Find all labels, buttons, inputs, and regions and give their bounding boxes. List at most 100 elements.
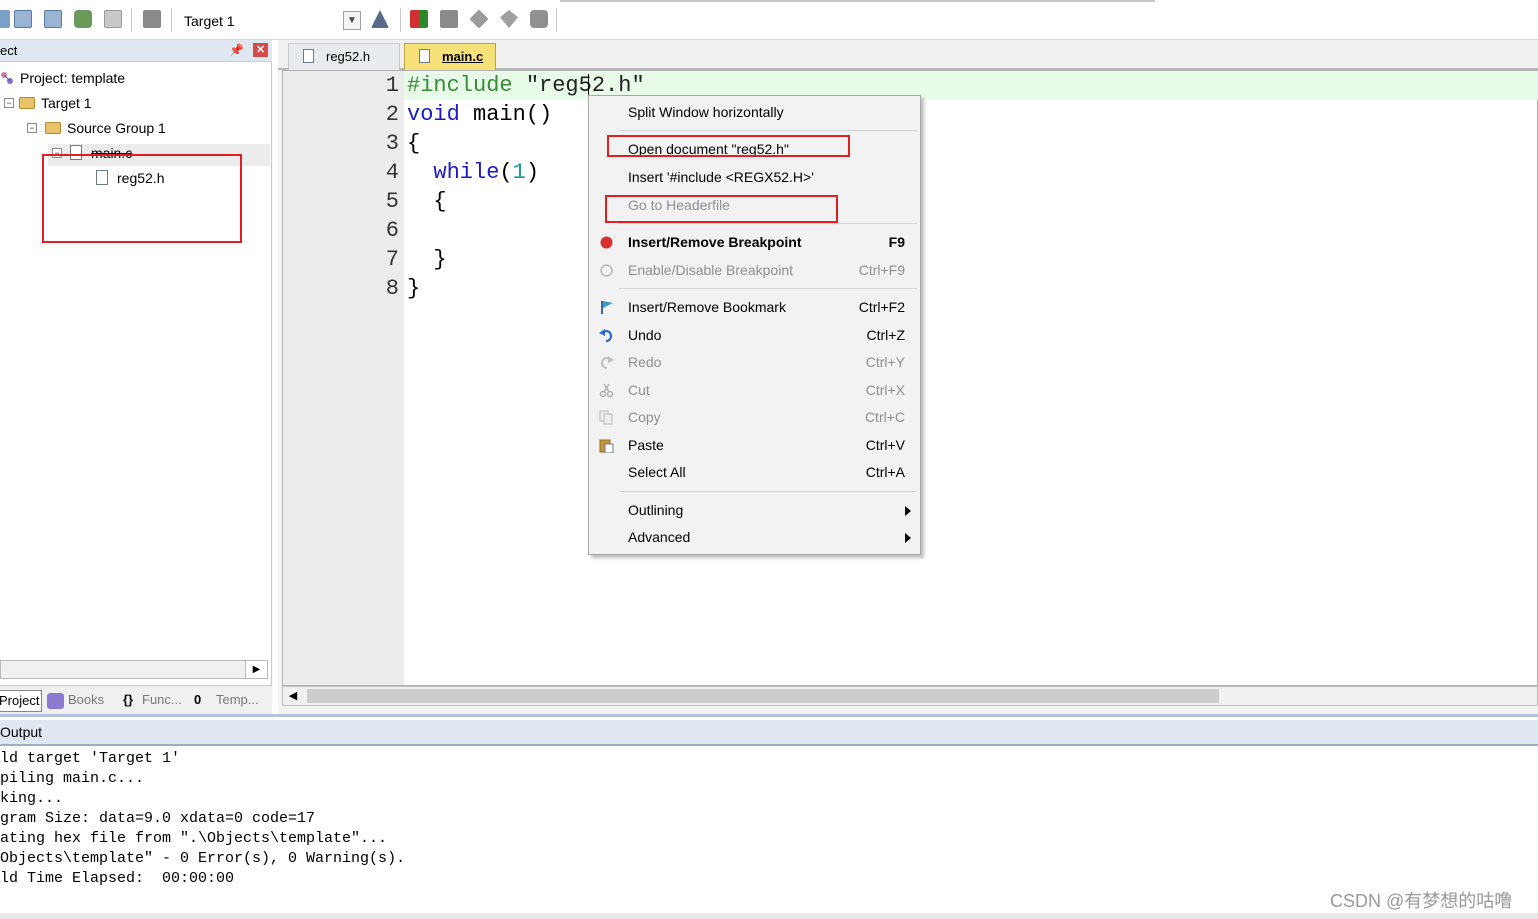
scrollbar-thumb[interactable] <box>307 689 1219 703</box>
file-icon <box>303 49 314 63</box>
collapse-icon[interactable]: − <box>27 123 37 133</box>
stop-build-icon[interactable] <box>104 10 122 28</box>
tab-label: main.c <box>442 49 484 64</box>
tree-item-project[interactable]: Project: template <box>0 67 125 89</box>
books-toolbar-icon[interactable] <box>530 10 548 28</box>
batch-build-icon[interactable] <box>74 10 92 28</box>
build-icon[interactable] <box>14 10 32 28</box>
menu-item-shortcut: Ctrl+A <box>865 464 905 480</box>
code-line: void main() <box>407 100 552 129</box>
editor-tab-strip: reg52.h main.c <box>278 40 1538 70</box>
project-pane-header: ect 📌 ✕ <box>0 40 272 62</box>
target-select[interactable]: Target 1 ▼ <box>178 9 363 31</box>
menu-separator <box>619 491 917 492</box>
tab-project[interactable]: Project <box>0 690 43 712</box>
file-icon <box>419 49 430 63</box>
menu-item-label: Cut <box>628 382 650 398</box>
project-pane: ect 📌 ✕ Project: template − Target 1 − S… <box>0 40 272 714</box>
code-line: while(1) <box>407 158 539 187</box>
breakpoint-icon <box>600 236 613 249</box>
context-menu: Split Window horizontally Open document … <box>588 95 921 555</box>
manage-components-icon[interactable] <box>410 10 428 28</box>
template-icon: 0 <box>194 692 202 707</box>
manage-run-env-icon[interactable] <box>500 10 518 28</box>
pack-installer-icon[interactable] <box>469 9 489 29</box>
menu-item-label: Redo <box>628 354 662 370</box>
menu-item-copy[interactable]: Copy Ctrl+C <box>590 404 919 431</box>
output-line: king... <box>0 790 64 807</box>
folder-icon <box>45 122 61 134</box>
editor-horizontal-scrollbar[interactable]: ◀ <box>282 686 1538 706</box>
code-line: { <box>407 189 447 214</box>
menu-item-redo[interactable]: Redo Ctrl+Y <box>590 349 919 376</box>
menu-item-shortcut: Ctrl+V <box>865 437 905 453</box>
copy-icon <box>599 410 613 425</box>
tab-templates[interactable]: Temp... <box>216 690 259 712</box>
project-pane-scrollbar[interactable]: ▶ <box>0 660 268 679</box>
annotation-red-box <box>42 154 242 243</box>
line-number: 2 <box>385 102 399 127</box>
toolbar-separator <box>400 8 401 32</box>
target-options-icon[interactable] <box>371 10 389 28</box>
menu-item-label: Copy <box>628 409 661 425</box>
tree-item-source-group[interactable]: Source Group 1 <box>45 117 166 139</box>
menu-item-undo[interactable]: Undo Ctrl+Z <box>590 322 919 349</box>
braces-icon: {} <box>123 692 134 707</box>
menu-item-split-window[interactable]: Split Window horizontally <box>590 99 919 126</box>
line-number: 7 <box>385 247 399 272</box>
menu-separator <box>619 130 917 131</box>
menu-item-label: Select All <box>628 464 686 480</box>
menu-item-outlining[interactable]: Outlining <box>590 497 919 524</box>
menu-item-paste[interactable]: Paste Ctrl+V <box>590 432 919 459</box>
menu-separator <box>619 288 917 289</box>
menu-item-label: Insert/Remove Bookmark <box>628 299 786 315</box>
project-pane-title: ect <box>0 43 18 58</box>
tree-item-label: Project: template <box>20 70 126 86</box>
select-packs-icon[interactable] <box>440 10 458 28</box>
menu-item-cut[interactable]: Cut Ctrl+X <box>590 377 919 404</box>
toolbar-separator <box>171 8 172 32</box>
watermark: CSDN @有梦想的咕噜 <box>1330 891 1513 911</box>
keyword-token: while <box>407 160 500 185</box>
tab-main-c[interactable]: main.c <box>404 43 496 70</box>
breakpoint-toggle-icon <box>600 264 613 277</box>
paste-icon <box>599 439 614 453</box>
translate-icon[interactable] <box>0 10 10 28</box>
menu-item-insert-remove-bookmark[interactable]: Insert/Remove Bookmark Ctrl+F2 <box>590 294 919 321</box>
menu-item-enable-disable-breakpoint[interactable]: Enable/Disable Breakpoint Ctrl+F9 <box>590 257 919 284</box>
menu-item-shortcut: Ctrl+F9 <box>858 262 905 278</box>
project-pane-tabs: Project Books {} Func... 0 Temp... <box>0 685 272 714</box>
submenu-arrow-icon <box>905 506 911 516</box>
target-select-value: Target 1 <box>184 13 235 29</box>
menu-item-shortcut: Ctrl+Z <box>866 327 906 343</box>
collapse-icon[interactable]: − <box>4 98 14 108</box>
scroll-left-icon[interactable]: ◀ <box>283 687 303 705</box>
menu-item-label: Split Window horizontally <box>628 104 784 120</box>
rebuild-icon[interactable] <box>44 10 62 28</box>
menu-item-label: Outlining <box>628 502 684 518</box>
chevron-down-icon[interactable]: ▼ <box>343 11 361 30</box>
tab-books[interactable]: Books <box>68 690 104 712</box>
output-line: ating hex file from ".\Objects\template"… <box>0 830 388 847</box>
output-line: ld Time Elapsed: 00:00:00 <box>0 870 235 887</box>
pin-icon[interactable]: 📌 <box>229 43 244 57</box>
output-line: Objects\template" - 0 Error(s), 0 Warnin… <box>0 850 406 867</box>
tab-functions[interactable]: Func... <box>142 690 182 712</box>
code-line: } <box>407 276 421 301</box>
close-icon[interactable]: ✕ <box>253 43 268 57</box>
menu-item-shortcut: F9 <box>888 234 905 250</box>
menu-item-shortcut: Ctrl+F2 <box>858 299 905 315</box>
load-icon[interactable] <box>143 10 161 28</box>
code-token: ( <box>499 160 513 185</box>
tree-item-target[interactable]: Target 1 <box>19 92 92 114</box>
menu-item-label: Insert/Remove Breakpoint <box>628 234 802 250</box>
menu-item-insert-include[interactable]: Insert '#include <REGX52.H>' <box>590 164 919 191</box>
code-token: ) <box>525 160 540 185</box>
tab-reg52-h[interactable]: reg52.h <box>288 43 400 70</box>
status-strip <box>0 913 1538 919</box>
menu-item-shortcut: Ctrl+Y <box>865 354 905 370</box>
scroll-right-icon[interactable]: ▶ <box>245 661 267 678</box>
menu-item-advanced[interactable]: Advanced <box>590 524 919 551</box>
menu-item-select-all[interactable]: Select All Ctrl+A <box>590 459 919 486</box>
menu-item-insert-remove-breakpoint[interactable]: Insert/Remove Breakpoint F9 <box>590 229 919 256</box>
